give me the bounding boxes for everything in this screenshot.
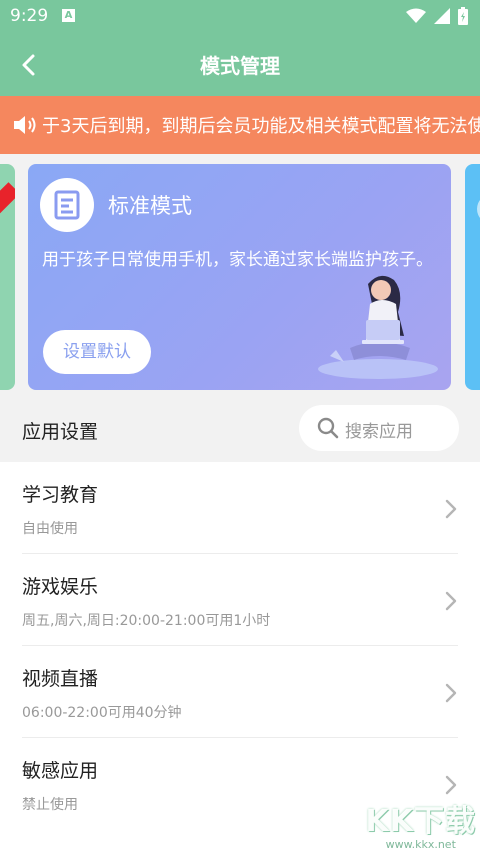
chevron-right-icon: [445, 591, 457, 611]
mode-icon: [40, 178, 94, 232]
next-mode-card[interactable]: [465, 164, 480, 390]
mode-carousel[interactable]: 标准模式 用于孩子日常使用手机，家长通过家长端监护孩子。 设置默认: [0, 154, 480, 400]
speaker-icon: [14, 116, 36, 134]
category-rule: 自由使用: [22, 521, 78, 537]
chevron-right-icon: [445, 775, 457, 795]
mode-title: 标准模式: [108, 194, 192, 218]
set-default-button[interactable]: 设置默认: [43, 330, 151, 374]
standard-mode-card[interactable]: 标准模式 用于孩子日常使用手机，家长通过家长端监护孩子。 设置默认: [28, 164, 451, 390]
site-watermark: KK下载 www.kkx.net: [366, 796, 477, 851]
search-apps-input[interactable]: 搜索应用: [299, 405, 459, 451]
app-bar: 模式管理: [0, 34, 480, 96]
search-icon: [317, 417, 339, 439]
status-time: 9:29: [10, 6, 49, 26]
chevron-right-icon: [445, 683, 457, 703]
category-rule: 06:00-22:00可用40分钟: [22, 705, 182, 721]
chevron-right-icon: [445, 499, 457, 519]
category-rule: 周五,周六,周日:20:00-21:00可用1小时: [22, 613, 271, 629]
woman-laptop-illustration: [318, 275, 438, 379]
corner-ribbon: [0, 182, 15, 222]
category-name: 游戏娱乐: [22, 576, 99, 598]
watermark-logo: KK下载: [365, 804, 476, 839]
previous-mode-card[interactable]: [0, 164, 15, 390]
section-title: 应用设置: [22, 421, 99, 443]
document-icon: [54, 190, 80, 220]
category-name: 敏感应用: [22, 760, 99, 782]
category-rule: 禁止使用: [22, 797, 78, 813]
notice-text: 于3天后到期，到期后会员功能及相关模式配置将无法使用: [42, 116, 480, 137]
category-item-learning[interactable]: 学习教育 自由使用: [0, 462, 480, 554]
wifi-icon: [406, 8, 426, 23]
category-name: 视频直播: [22, 668, 99, 690]
category-item-games[interactable]: 游戏娱乐 周五,周六,周日:20:00-21:00可用1小时: [0, 554, 480, 646]
app-category-list: 学习教育 自由使用 游戏娱乐 周五,周六,周日:20:00-21:00可用1小时…: [0, 462, 480, 853]
notification-icon: A: [62, 9, 75, 22]
expiry-notice-banner: 于3天后到期，到期后会员功能及相关模式配置将无法使用: [0, 96, 480, 154]
search-placeholder: 搜索应用: [345, 422, 413, 442]
battery-icon: [458, 7, 468, 25]
category-item-video[interactable]: 视频直播 06:00-22:00可用40分钟: [0, 646, 480, 738]
category-name: 学习教育: [22, 484, 99, 506]
signal-icon: [434, 8, 450, 24]
page-title: 模式管理: [200, 54, 280, 78]
status-icons: [406, 7, 468, 25]
status-bar: 9:29 A: [0, 0, 480, 34]
app-settings-header: 应用设置 搜索应用: [0, 400, 480, 462]
